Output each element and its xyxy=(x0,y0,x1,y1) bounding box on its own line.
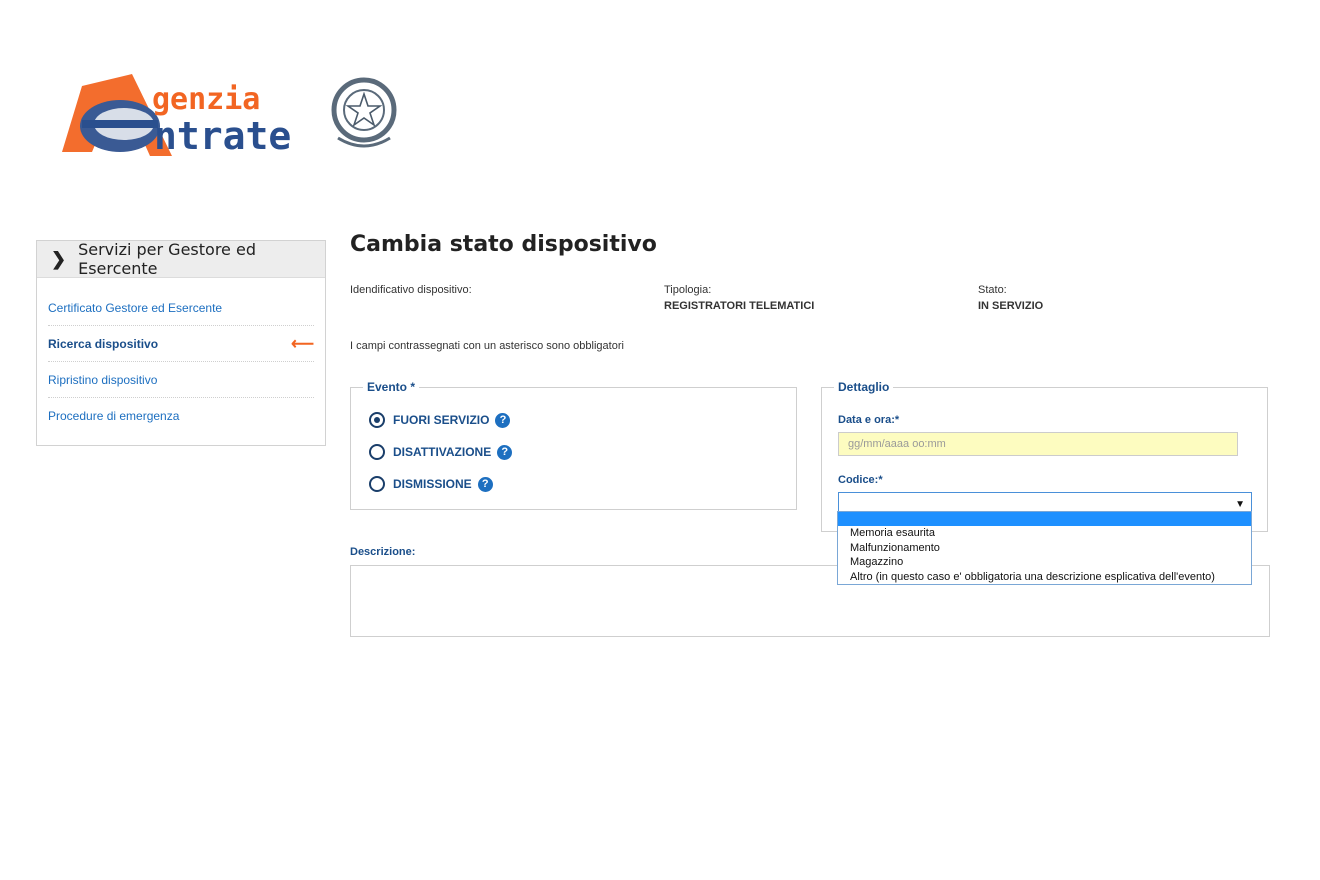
sidebar: ❯ Servizi per Gestore ed Esercente Certi… xyxy=(36,240,326,446)
evento-fieldset: Evento * FUORI SERVIZIO ? DISATTIVAZIONE… xyxy=(350,380,797,510)
radio-label: FUORI SERVIZIO xyxy=(393,413,490,427)
sidebar-item-label: Certificato Gestore ed Esercente xyxy=(48,300,223,315)
caret-down-icon: ▼ xyxy=(1235,499,1245,510)
sidebar-menu: Certificato Gestore ed Esercente Ricerca… xyxy=(37,278,325,433)
sidebar-item-label: Ripristino dispositivo xyxy=(48,372,158,387)
codice-label: Codice:* xyxy=(838,474,883,486)
chevron-right-icon: ❯ xyxy=(51,248,67,269)
question-circle-icon[interactable]: ? xyxy=(497,444,513,460)
sidebar-header[interactable]: ❯ Servizi per Gestore ed Esercente xyxy=(37,240,325,278)
sidebar-item-ripristino[interactable]: Ripristino dispositivo xyxy=(48,362,314,398)
dropdown-option[interactable]: Altro (in questo caso e' obbligatoria un… xyxy=(838,570,1251,585)
descrizione-label: Descrizione: xyxy=(350,546,416,558)
mandatory-note: I campi contrassegnati con un asterisco … xyxy=(350,340,624,352)
radio-label: DISMISSIONE xyxy=(393,477,472,491)
tipologia-label: Tipologia: xyxy=(664,284,712,296)
arrow-left-icon: ⟵ xyxy=(291,335,314,353)
sidebar-item-certificato[interactable]: Certificato Gestore ed Esercente xyxy=(48,290,314,326)
tipologia-info: Tipologia: REGISTRATORI TELEMATICI xyxy=(664,284,814,312)
evento-legend: Evento * xyxy=(367,380,416,394)
agenzia-entrate-logo: genzia ntrate xyxy=(62,68,402,158)
dettaglio-legend: Dettaglio xyxy=(838,380,890,394)
stato-value: IN SERVIZIO xyxy=(978,300,1044,312)
radio-disattivazione[interactable]: DISATTIVAZIONE ? xyxy=(369,444,513,460)
radio-button[interactable] xyxy=(369,412,385,428)
dropdown-option[interactable]: Memoria esaurita xyxy=(838,526,1251,541)
radio-button[interactable] xyxy=(369,476,385,492)
page-title: Cambia stato dispositivo xyxy=(350,232,657,257)
logo-line2: ntrate xyxy=(154,114,292,158)
logo-line1: genzia xyxy=(152,82,261,117)
radio-label: DISATTIVAZIONE xyxy=(393,445,492,459)
sidebar-item-label: Procedure di emergenza xyxy=(48,408,180,423)
sidebar-title: Servizi per Gestore ed Esercente xyxy=(78,240,256,278)
device-id-label: Idendificativo dispositivo: xyxy=(350,284,472,296)
question-circle-icon[interactable]: ? xyxy=(477,476,493,492)
radio-fuori-servizio[interactable]: FUORI SERVIZIO ? xyxy=(369,412,511,428)
stato-info: Stato: IN SERVIZIO xyxy=(978,284,1043,312)
stato-label: Stato: xyxy=(978,284,1007,296)
date-input[interactable] xyxy=(838,432,1238,456)
dropdown-option[interactable]: Malfunzionamento xyxy=(838,541,1251,556)
date-label: Data e ora:* xyxy=(838,414,900,426)
radio-button[interactable] xyxy=(369,444,385,460)
dropdown-option-empty[interactable] xyxy=(838,512,1251,526)
sidebar-item-emergenza[interactable]: Procedure di emergenza xyxy=(48,398,314,433)
device-id-info: Idendificativo dispositivo: xyxy=(350,284,472,300)
tipologia-value: REGISTRATORI TELEMATICI xyxy=(664,300,815,312)
question-circle-icon[interactable]: ? xyxy=(495,412,511,428)
dettaglio-fieldset: Dettaglio Data e ora:* Codice:* ▼ xyxy=(821,380,1268,532)
italian-emblem-icon xyxy=(331,77,397,148)
codice-dropdown-list: Memoria esaurita Malfunzionamento Magazz… xyxy=(837,511,1252,585)
dropdown-option[interactable]: Magazzino xyxy=(838,555,1251,570)
sidebar-item-ricerca[interactable]: Ricerca dispositivo ⟵ xyxy=(48,326,314,362)
sidebar-item-label: Ricerca dispositivo xyxy=(48,336,159,351)
radio-dismissione[interactable]: DISMISSIONE ? xyxy=(369,476,493,492)
